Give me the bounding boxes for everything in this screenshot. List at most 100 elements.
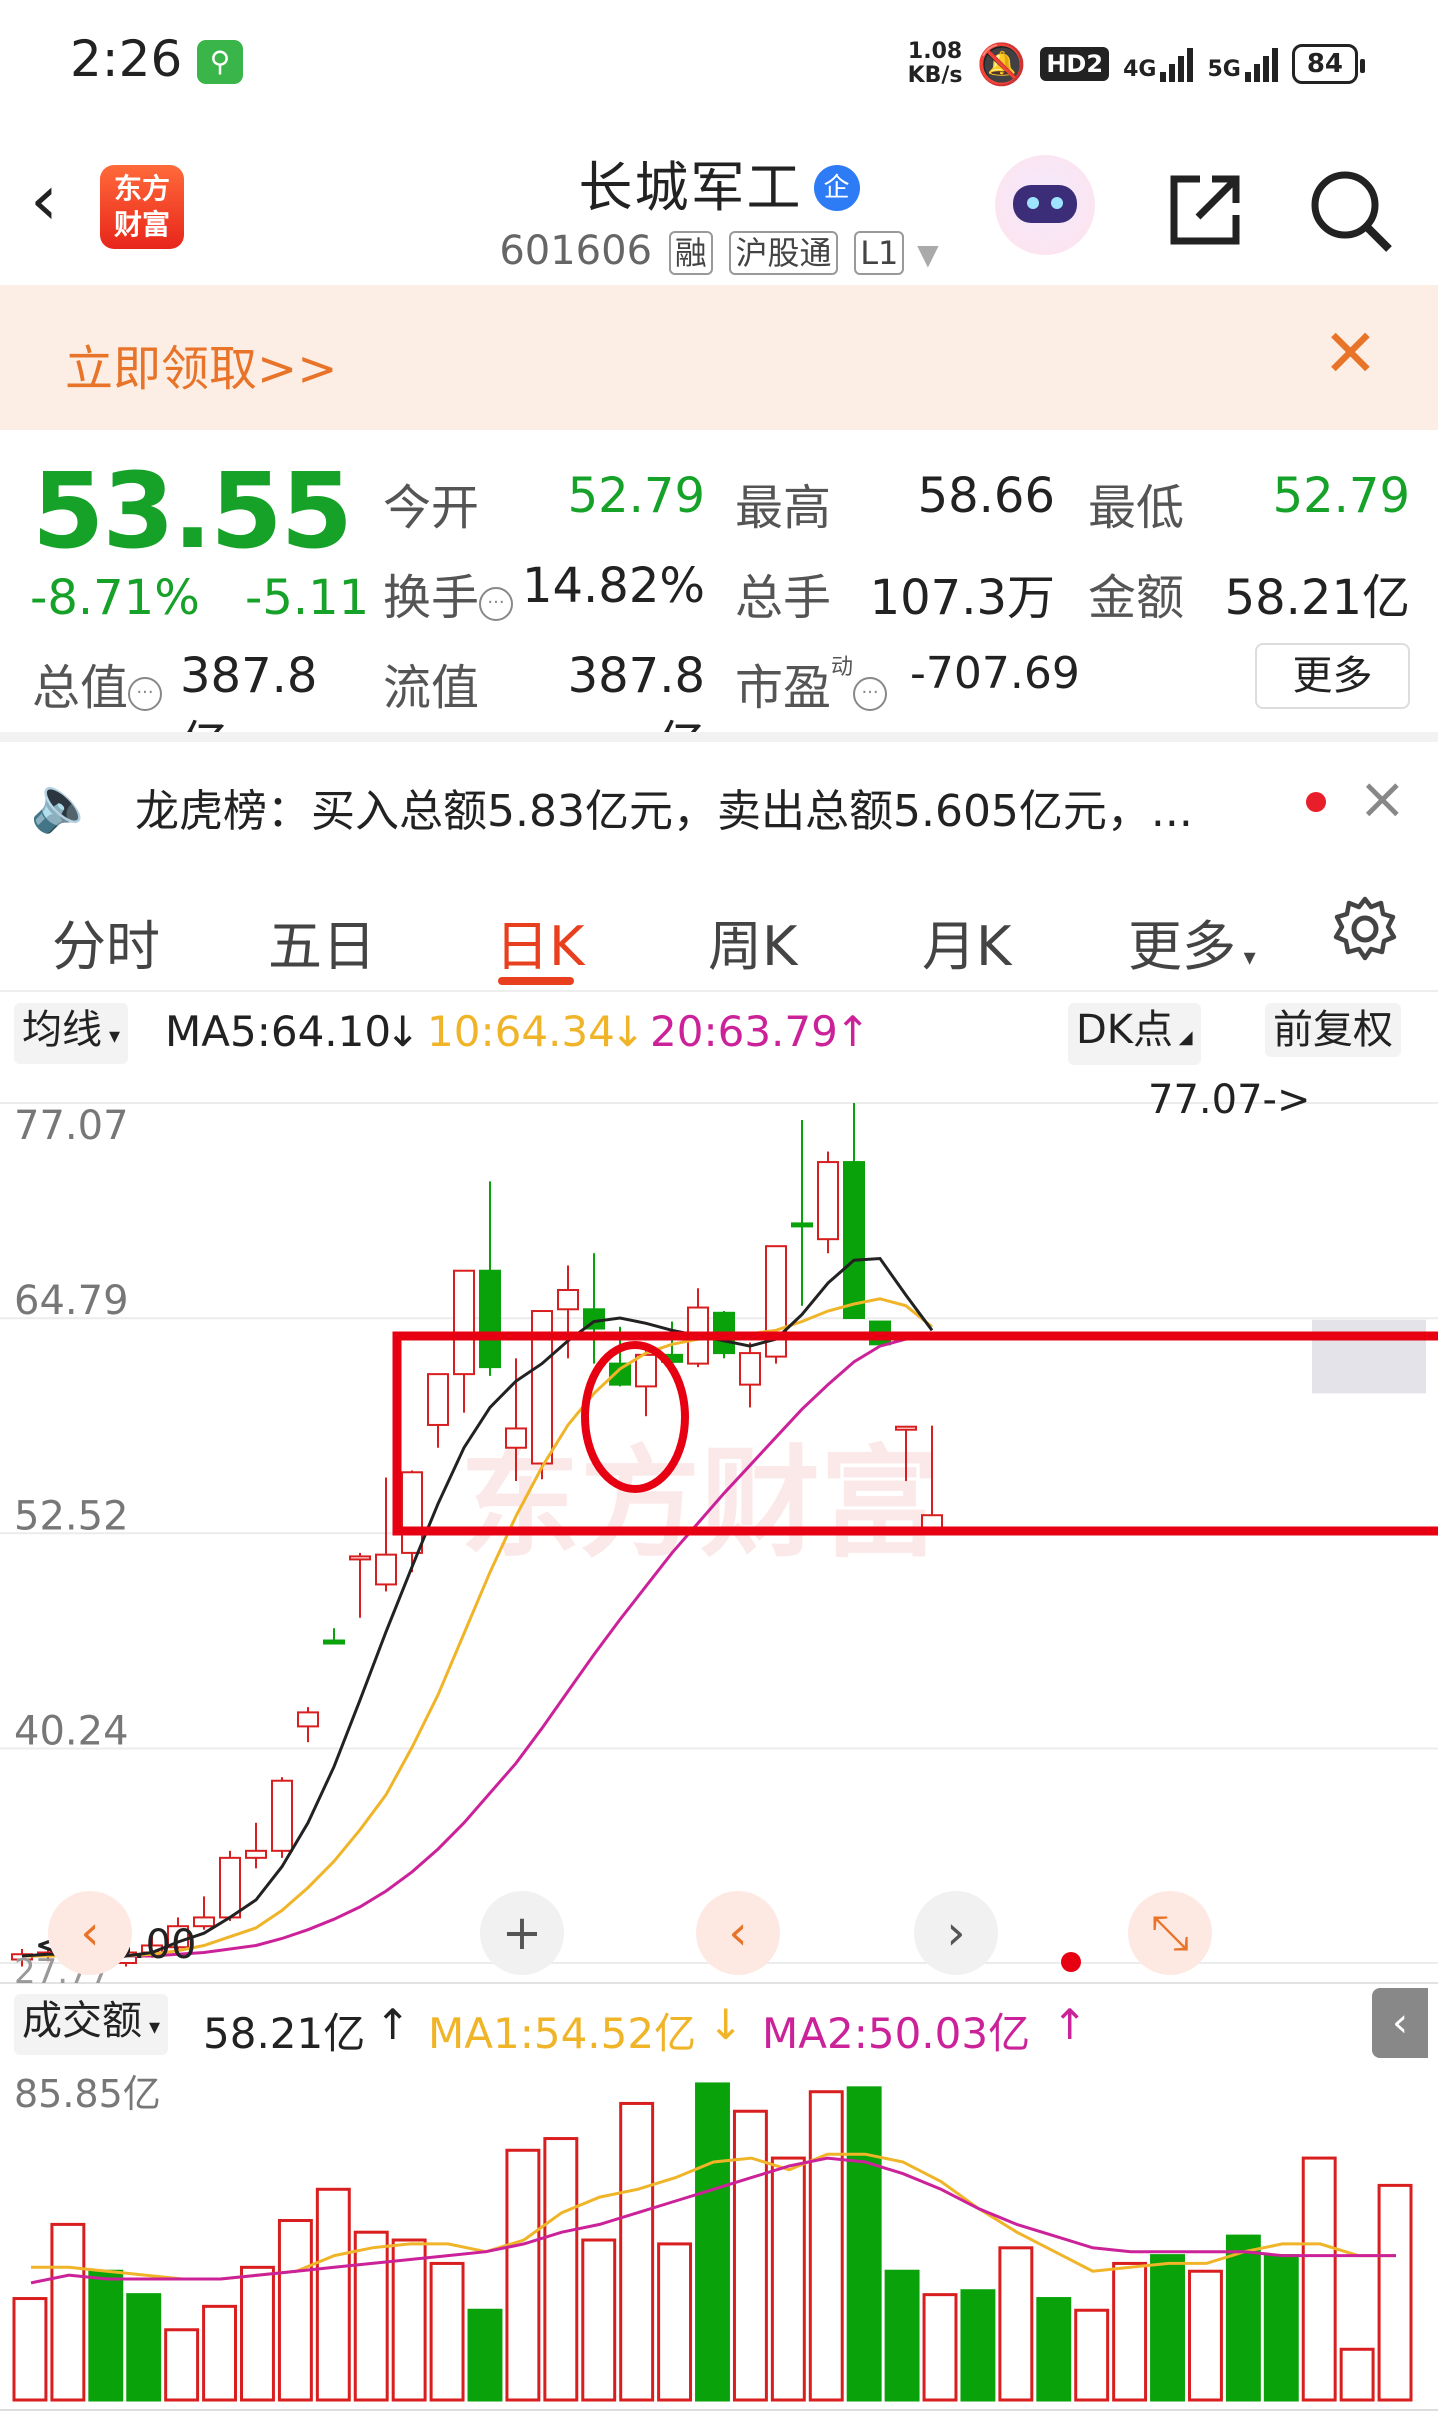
ma5-value: MA5:64.10 — [165, 1007, 392, 1056]
notice-text[interactable]: 龙虎榜：买入总额5.83亿元，卖出总额5.605亿元，... — [135, 775, 1193, 839]
app-notification-icon: ⚲ — [197, 40, 243, 84]
volume-bar-up — [1112, 2261, 1148, 2402]
volume-bar-up — [277, 2219, 313, 2402]
zoom-in-icon[interactable]: + — [480, 1891, 564, 1975]
tab-more-label: 更多 — [1128, 915, 1236, 978]
volume-bar-up — [12, 2297, 48, 2402]
dk-point-button[interactable]: DK点 ◢ — [1068, 1003, 1201, 1065]
volume-selector-label: 成交额 — [22, 1998, 142, 2044]
caret-down-icon: ▾ — [1236, 943, 1256, 971]
adjust-button[interactable]: 前复权 — [1265, 1003, 1401, 1057]
close-icon[interactable]: × — [1358, 764, 1407, 832]
dk-label: DK点 — [1076, 1007, 1174, 1053]
candle-down — [323, 1639, 345, 1645]
promo-banner[interactable]: 立即领取>> ✕ — [0, 285, 1438, 430]
ma-selector-label: 均线 — [22, 1007, 102, 1053]
candle-up — [401, 1471, 423, 1554]
ma20-up-arrow-icon: ↑ — [835, 1007, 871, 1056]
candle-up — [193, 1916, 215, 1928]
chevron-left-icon[interactable]: ‹ — [1372, 1988, 1428, 2058]
ma2-up-arrow-icon: ↑ — [1052, 2000, 1088, 2049]
candle-up — [505, 1427, 527, 1449]
label-amount: 金额 — [1088, 570, 1185, 626]
volume-bar-up — [353, 2230, 389, 2402]
candle-up — [375, 1553, 397, 1586]
volume-bar-up — [1187, 2269, 1223, 2402]
label-pe-text: 市盈 — [735, 660, 832, 716]
volume-ma1: MA1:54.52亿 — [428, 2009, 697, 2058]
max-price-label: 77.07-> — [1148, 1077, 1310, 1123]
label-turnover-text: 换手 — [383, 570, 480, 626]
tab-monthly-k[interactable]: 月K — [922, 902, 1011, 981]
value-open: 52.79 — [567, 468, 705, 524]
volume-bar-down — [1036, 2297, 1072, 2402]
candle-down — [843, 1161, 865, 1320]
volume-selector[interactable]: 成交额 ▾ — [14, 1994, 169, 2055]
ma10-line — [22, 1297, 933, 1958]
tab-more[interactable]: 更多 ▾ — [1128, 902, 1256, 981]
notice-bar[interactable]: 🔈 龙虎榜：买入总额5.83亿元，卖出总额5.605亿元，... × — [0, 742, 1438, 862]
value-high: 58.66 — [917, 468, 1055, 524]
tab-weekly-k[interactable]: 周K — [708, 902, 797, 981]
gear-icon[interactable] — [1330, 894, 1400, 964]
red-dot-marker — [1061, 1952, 1081, 1972]
chevron-right-icon-glyph: › — [946, 1905, 965, 1961]
ma10-value: 10:64.34 — [427, 1007, 615, 1056]
ma10-down-arrow-icon: ↓ — [610, 1007, 646, 1056]
label-high: 最高 — [735, 480, 832, 536]
label-float-value: 流值 — [383, 660, 480, 716]
ma-selector[interactable]: 均线 ▾ — [14, 1003, 129, 1064]
stock-code: 601606 — [499, 228, 653, 274]
info-icon[interactable]: ··· — [128, 677, 163, 711]
label-total-value: 总值 ··· — [32, 648, 163, 718]
volume-bar-up — [315, 2187, 351, 2402]
ma-indicator-row: 均线 ▾ MA5:64.10 ↓ 10:64.34 ↓ 20:63.79 ↑ D… — [0, 995, 1438, 1065]
tab-intraday[interactable]: 分时 — [52, 902, 160, 981]
chevron-right-icon[interactable]: › — [914, 1891, 998, 1975]
label-total-value-text: 总值 — [32, 660, 129, 716]
ai-assistant-icon[interactable] — [995, 155, 1095, 255]
expand-icon[interactable]: ⤡ — [1128, 1891, 1212, 1975]
value-low: 52.79 — [1272, 468, 1410, 524]
y-tick-label: 40.24 — [14, 1708, 129, 1754]
change-amount: -5.11 — [245, 570, 370, 626]
close-icon[interactable]: ✕ — [1323, 321, 1378, 387]
share-icon[interactable] — [1160, 165, 1250, 255]
volume-bar-down — [467, 2308, 503, 2402]
info-icon[interactable]: ··· — [853, 677, 888, 711]
more-button[interactable]: 更多 — [1255, 643, 1410, 709]
volume-bar-down — [1225, 2234, 1261, 2402]
volume-bar-down — [846, 2086, 882, 2402]
tab-five-day[interactable]: 五日 — [268, 902, 376, 981]
speaker-icon: 🔈 — [30, 772, 98, 835]
candle-up — [427, 1373, 449, 1426]
volume-bar-up — [429, 2261, 465, 2402]
promo-claim-link[interactable]: 立即领取>> — [65, 329, 337, 399]
chevron-left-icon[interactable]: ‹ — [696, 1891, 780, 1975]
volume-bar-down — [1263, 2254, 1299, 2402]
candle-up — [895, 1425, 917, 1431]
scroll-left-icon[interactable]: ‹ — [48, 1891, 132, 1975]
kline-chart[interactable]: 东方财富 85.85亿 77.0764.7952.5240.2427.7777.… — [0, 1065, 1438, 2424]
volume-bar-up — [998, 2246, 1034, 2402]
volume-bar-up — [50, 2222, 86, 2402]
volume-bar-up — [202, 2304, 238, 2402]
label-volume: 总手 — [735, 570, 832, 626]
ma-lines — [21, 1256, 934, 1958]
tab-daily-k[interactable]: 日K — [495, 902, 584, 981]
volume-bar-up — [1074, 2308, 1110, 2402]
chart-grid: 东方财富 — [0, 1102, 1438, 1984]
speed-unit: KB/s — [907, 63, 963, 88]
search-icon[interactable] — [1305, 165, 1395, 255]
hd-badge: HD2 — [1040, 47, 1110, 81]
volume-up-arrow-icon: ↑ — [375, 2000, 411, 2049]
value-volume: 107.3万 — [869, 570, 1055, 626]
chevron-down-icon[interactable]: ▼ — [917, 238, 939, 271]
volume-bar-down — [960, 2289, 996, 2402]
caret-down-icon: ▾ — [142, 2015, 161, 2040]
info-icon[interactable]: ··· — [479, 587, 514, 621]
label-turnover: 换手 ··· — [383, 558, 514, 628]
signal-5g: 5G — [1207, 46, 1278, 82]
current-price: 53.55 — [32, 450, 353, 572]
volume-bar-up — [240, 2265, 275, 2402]
